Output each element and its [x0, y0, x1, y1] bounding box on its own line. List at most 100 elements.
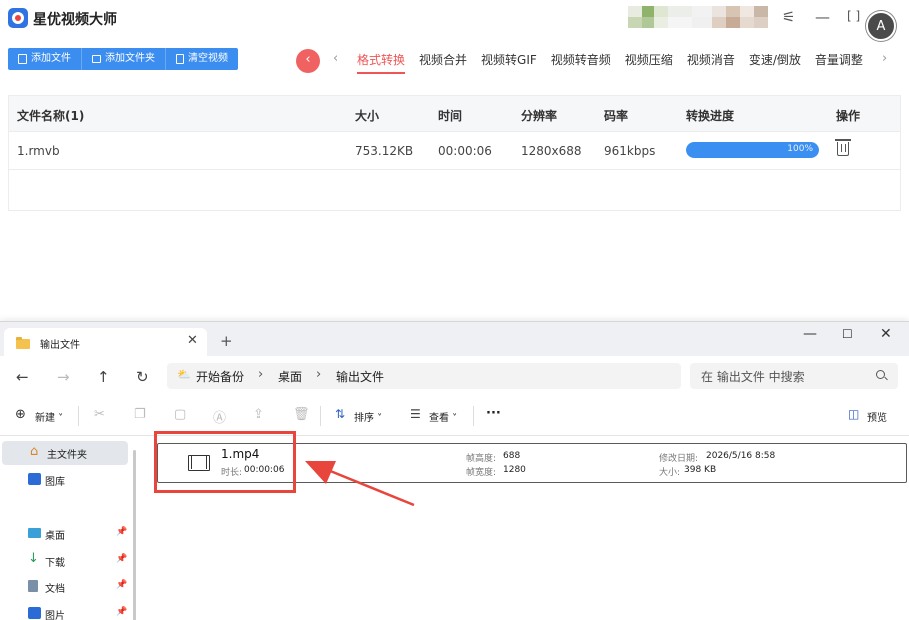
minimize-icon[interactable]: —	[803, 326, 817, 342]
delete-icon[interactable]	[835, 139, 851, 156]
pin-icon[interactable]: 📌	[116, 580, 127, 590]
row-bitrate: 961kbps	[604, 144, 656, 158]
tabs-prev-icon[interactable]: ‹	[333, 51, 338, 66]
sidebar-item-desktop[interactable]: 桌面 📌	[0, 522, 128, 546]
new-plus-icon: ⊕	[15, 407, 26, 422]
refresh-icon[interactable]: ↻	[136, 368, 149, 386]
scroll-left-button[interactable]: ‹	[296, 49, 320, 73]
file-table: 文件名称(1) 大小 时间 分辨率 码率 转换进度 操作 1.rmvb 753.…	[8, 95, 901, 211]
up-icon[interactable]: ↑	[97, 368, 110, 386]
pin-icon[interactable]: 📌	[116, 607, 127, 617]
close-window-icon[interactable]: ✕	[880, 326, 892, 342]
width-value: 1280	[503, 465, 526, 475]
cut-icon[interactable]: ✂	[94, 407, 105, 422]
breadcrumb-backup[interactable]: 开始备份	[196, 368, 244, 385]
width-label: 帧宽度:	[466, 468, 497, 478]
height-label: 帧高度:	[466, 454, 497, 464]
tab-4[interactable]: 视频压缩	[618, 52, 680, 74]
add-file-button[interactable]: 添加文件	[8, 48, 82, 70]
trash-icon	[176, 54, 184, 64]
tab-7[interactable]: 音量调整	[808, 52, 870, 74]
new-tab-icon[interactable]: +	[220, 332, 233, 350]
view-button[interactable]: 查看 ˅	[429, 409, 457, 424]
tab-0[interactable]: 格式转换	[350, 52, 412, 74]
feature-tabs: 格式转换 视频合并 视频转GIF 视频转音频 视频压缩 视频消音 变速/倒放 音量调整	[350, 52, 870, 74]
row-time: 00:00:06	[438, 144, 492, 158]
col-progress: 转换进度	[686, 109, 735, 123]
app-toolbar: 添加文件 添加文件夹 清空视频	[8, 48, 238, 70]
sort-button[interactable]: 排序 ˅	[354, 409, 382, 424]
search-input[interactable]: 在 输出文件 中搜索	[690, 363, 898, 389]
translate-icon[interactable]: A	[866, 11, 896, 41]
backup-icon: ⛅	[177, 368, 191, 381]
col-size: 大小	[355, 109, 380, 123]
progress-percent: 100%	[787, 144, 813, 154]
sort-icon: ⇅	[335, 407, 346, 421]
add-folder-button[interactable]: 添加文件夹	[82, 48, 166, 70]
sidebar-scrollbar[interactable]	[133, 450, 136, 620]
explorer-tab-title: 输出文件	[40, 340, 80, 351]
pin-icon[interactable]: 📌	[116, 554, 127, 564]
tab-2[interactable]: 视频转GIF	[474, 52, 544, 74]
back-icon[interactable]: ←	[16, 368, 29, 386]
search-icon	[876, 370, 885, 379]
tab-5[interactable]: 视频消音	[680, 52, 742, 74]
maximize-icon[interactable]: [ ]	[847, 9, 860, 23]
download-icon: ↓	[28, 551, 39, 566]
pictures-icon	[28, 607, 41, 619]
explorer-tab[interactable]: 输出文件 ✕	[4, 328, 207, 356]
sidebar-item-documents[interactable]: 文档 📌	[0, 575, 128, 599]
sidebar-item-home[interactable]: ⌂ 主文件夹	[2, 441, 128, 465]
explorer-commandbar: ⊕ 新建 ˅ ✂ ❐ ▢ Ⓐ ⇪ 🗑 ⇅ 排序 ˅ ☰ 查看 ˅ ··· ◫ 预…	[0, 396, 909, 436]
size-label: 大小:	[659, 468, 681, 478]
explorer-navbar: ← → ↑ ↻ ⛅ 开始备份 › 桌面 › 输出文件 在 输出文件 中搜索	[0, 356, 909, 396]
tab-6[interactable]: 变速/倒放	[742, 52, 808, 74]
desktop-icon	[28, 528, 41, 538]
navigation-pane: ⌂ 主文件夹 图库 桌面 📌 ↓ 下载 📌 文档 📌 图片 📌	[0, 436, 140, 620]
maximize-icon[interactable]: ☐	[842, 327, 853, 341]
address-bar[interactable]: ⛅ 开始备份 › 桌面 › 输出文件	[167, 363, 681, 389]
close-tab-icon[interactable]: ✕	[187, 333, 198, 348]
sidebar-item-gallery[interactable]: 图库	[0, 468, 128, 492]
document-icon	[28, 580, 38, 592]
col-action: 操作	[836, 109, 861, 123]
file-icon	[18, 54, 27, 64]
minimize-icon[interactable]: —	[815, 8, 830, 26]
more-options-button[interactable]: ···	[486, 406, 501, 421]
tab-1[interactable]: 视频合并	[412, 52, 474, 74]
col-bitrate: 码率	[604, 109, 629, 123]
divider	[78, 406, 79, 426]
sidebar-item-pictures[interactable]: 图片 📌	[0, 602, 128, 620]
conversion-progress-bar: 100%	[686, 142, 819, 158]
folder-icon	[16, 337, 30, 349]
modified-value: 2026/5/16 8:58	[706, 451, 776, 461]
highlight-box	[154, 431, 296, 493]
modified-label: 修改日期:	[659, 454, 699, 464]
row-resolution: 1280x688	[521, 144, 582, 158]
col-resolution: 分辨率	[521, 109, 558, 123]
height-value: 688	[503, 451, 521, 461]
converter-app-window: 星优视频大师 ⚟ — [ ] A 添加文件 添加文件夹 清空视频 ‹ ‹ 格式转…	[0, 0, 909, 330]
paste-icon[interactable]: ▢	[174, 407, 186, 422]
divider	[473, 406, 474, 426]
rename-icon[interactable]: Ⓐ	[213, 407, 226, 426]
blurred-region	[628, 6, 776, 28]
row-size: 753.12KB	[355, 144, 414, 158]
new-button[interactable]: 新建 ˅	[35, 409, 63, 424]
share-icon[interactable]: ⇪	[253, 407, 264, 422]
tabs-next-icon[interactable]: ›	[882, 51, 887, 66]
delete-icon[interactable]: 🗑	[293, 407, 310, 422]
preview-button[interactable]: 预览	[867, 409, 887, 424]
settings-sliders-icon[interactable]: ⚟	[782, 8, 795, 26]
copy-icon[interactable]: ❐	[134, 407, 146, 422]
breadcrumb-desktop[interactable]: 桌面	[278, 368, 302, 385]
breadcrumb-output[interactable]: 输出文件	[336, 368, 384, 385]
divider	[320, 406, 321, 426]
tab-3[interactable]: 视频转音频	[544, 52, 618, 74]
clear-videos-button[interactable]: 清空视频	[166, 48, 238, 70]
sidebar-item-downloads[interactable]: ↓ 下载 📌	[0, 549, 128, 573]
table-row[interactable]: 1.rmvb 753.12KB 00:00:06 1280x688 961kbp…	[9, 132, 900, 170]
pin-icon[interactable]: 📌	[116, 527, 127, 537]
search-placeholder: 在 输出文件 中搜索	[701, 370, 805, 384]
forward-icon[interactable]: →	[57, 368, 70, 386]
